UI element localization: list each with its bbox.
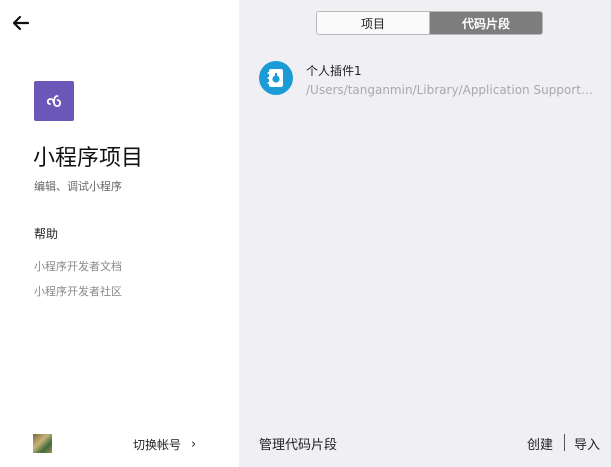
plugin-icon [259,61,293,95]
import-button[interactable]: 导入 [574,434,600,453]
mini-program-logo-icon [34,81,74,121]
page-subtitle: 编辑、调试小程序 [34,180,122,193]
snippet-list-item[interactable]: 个人插件1 /Users/tanganmin/Library/Applicati… [259,59,599,99]
switch-account-button[interactable]: 切换帐号 › [133,436,196,453]
snippet-path: /Users/tanganmin/Library/Application Sup… [306,83,596,97]
snippet-name: 个人插件1 [306,64,362,78]
page-title: 小程序项目 [33,146,144,171]
dev-docs-link[interactable]: 小程序开发者文档 [34,258,122,274]
back-arrow-icon[interactable] [11,14,31,32]
chevron-right-icon: › [191,437,197,452]
switch-account-label: 切换帐号 [133,438,182,452]
tab-code-snippets[interactable]: 代码片段 [430,12,542,34]
dev-community-link[interactable]: 小程序开发者社区 [34,283,122,299]
create-button[interactable]: 创建 [527,434,553,453]
avatar [33,434,52,453]
tab-switcher: 项目 代码片段 [316,11,543,35]
sidebar: 小程序项目 编辑、调试小程序 帮助 小程序开发者文档 小程序开发者社区 切换帐号… [0,0,239,467]
help-heading: 帮助 [34,227,59,241]
tab-projects[interactable]: 项目 [317,12,430,34]
manage-snippets-button[interactable]: 管理代码片段 [259,434,337,453]
divider [564,434,565,451]
